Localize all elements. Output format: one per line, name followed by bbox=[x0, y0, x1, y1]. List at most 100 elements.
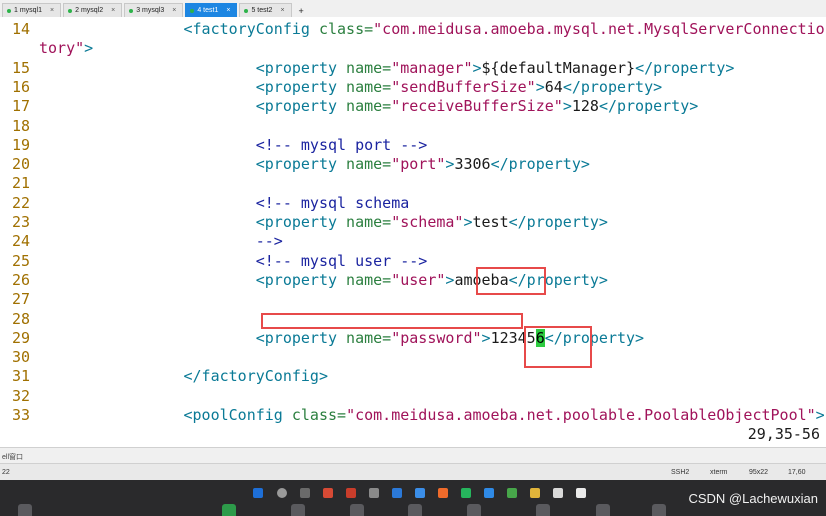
dock-icon-6[interactable] bbox=[467, 504, 481, 516]
app-icon-4[interactable] bbox=[392, 488, 402, 498]
code-token: "password" bbox=[391, 328, 482, 347]
code-text: <!-- mysql port --> bbox=[39, 136, 428, 155]
code-text: <property name="manager">${defaultManage… bbox=[39, 58, 735, 78]
code-token: > bbox=[472, 58, 482, 77]
code-token: 3306 bbox=[454, 155, 491, 174]
session-tab-4[interactable]: 4 test1 × bbox=[185, 3, 238, 17]
line-number: 27 bbox=[11, 290, 30, 309]
code-token: ${defaultManager} bbox=[481, 58, 636, 77]
code-text: <!-- mysql user --> bbox=[39, 252, 428, 271]
app-icon-9[interactable] bbox=[507, 488, 517, 498]
app-icon-5[interactable] bbox=[415, 488, 425, 498]
close-icon[interactable]: × bbox=[50, 7, 54, 14]
session-tab-label: 4 test1 bbox=[197, 7, 219, 14]
code-token: > bbox=[84, 39, 94, 58]
connected-dot-icon bbox=[68, 8, 73, 13]
close-icon[interactable]: × bbox=[172, 7, 176, 14]
close-icon[interactable]: × bbox=[111, 7, 115, 14]
status-size: 95x22 bbox=[749, 469, 769, 476]
code-token: <property bbox=[255, 155, 338, 174]
line-number: 24 bbox=[11, 232, 30, 251]
code-token: "schema" bbox=[391, 213, 464, 231]
code-token: </property> bbox=[508, 213, 608, 231]
code-token: <property bbox=[255, 77, 338, 96]
code-token: "com.meidusa.amoeba.net.poolable.Poolabl… bbox=[346, 406, 816, 424]
code-token: "com.meidusa.amoeba.mysql.net.MysqlServe… bbox=[373, 20, 826, 38]
app-icon-12[interactable] bbox=[576, 488, 586, 498]
annotation-box-password bbox=[524, 326, 592, 368]
code-token: <property bbox=[255, 270, 338, 289]
dock-icon-2[interactable] bbox=[222, 504, 236, 516]
dock-icon-9[interactable] bbox=[652, 504, 666, 516]
watermark-text: CSDN @Lachewuxian bbox=[688, 491, 818, 506]
dock-icon-7[interactable] bbox=[536, 504, 550, 516]
app-icon-7[interactable] bbox=[461, 488, 471, 498]
code-token: </factoryConfig> bbox=[183, 367, 329, 386]
code-text: --> bbox=[39, 232, 283, 251]
line-number: 28 bbox=[11, 309, 30, 328]
code-text: <!-- mysql schema bbox=[39, 193, 410, 213]
code-token: class= bbox=[282, 406, 347, 424]
code-token: tory" bbox=[39, 39, 85, 58]
dock-icon-1[interactable] bbox=[18, 504, 32, 516]
code-token: "manager" bbox=[391, 58, 473, 77]
app-icon-2[interactable] bbox=[346, 488, 356, 498]
connected-dot-icon bbox=[7, 8, 11, 13]
code-token: test bbox=[472, 213, 509, 231]
session-tab-bar: 1 mysql1 × 2 mysql2 × 3 mysql3 × 4 test1 × 5 tes… bbox=[0, 0, 826, 18]
dock-icon-4[interactable] bbox=[350, 504, 364, 516]
search-icon[interactable] bbox=[277, 488, 287, 498]
code-token: "user" bbox=[391, 270, 446, 289]
code-token: name= bbox=[337, 77, 392, 96]
code-token: <property bbox=[255, 213, 338, 231]
line-number: 18 bbox=[11, 116, 30, 135]
close-icon[interactable]: × bbox=[226, 7, 230, 14]
session-tab-5[interactable]: 5 test2 × bbox=[239, 3, 292, 17]
code-token: > bbox=[535, 77, 545, 96]
app-icon-6[interactable] bbox=[438, 488, 448, 498]
new-tab-button[interactable]: + bbox=[293, 3, 309, 17]
session-tab-label: 2 mysql2 bbox=[75, 7, 104, 14]
dock-icon-3[interactable] bbox=[291, 504, 305, 516]
code-token: class= bbox=[309, 20, 374, 38]
code-token: <!-- mysql schema bbox=[255, 193, 410, 212]
code-text: <property name="schema">test</property> bbox=[39, 213, 608, 232]
code-token: </property> bbox=[598, 97, 699, 116]
app-icon-11[interactable] bbox=[553, 488, 563, 498]
app-icon-8[interactable] bbox=[484, 488, 494, 498]
task-view-icon[interactable] bbox=[300, 488, 310, 498]
app-icon-10[interactable] bbox=[530, 488, 540, 498]
session-tab-2[interactable]: 2 mysql2 × bbox=[63, 3, 123, 17]
dock-icon-8[interactable] bbox=[596, 504, 610, 516]
code-token: <factoryConfig bbox=[183, 20, 310, 38]
code-token: > bbox=[481, 328, 491, 347]
line-number: 19 bbox=[11, 135, 30, 154]
session-tab-3[interactable]: 3 mysql3 × bbox=[124, 3, 184, 17]
code-token: name= bbox=[337, 328, 392, 347]
code-text: <poolConfig class="com.meidusa.amoeba.ne… bbox=[39, 406, 825, 425]
code-token: --> bbox=[255, 232, 283, 251]
code-text: <property name="port">3306</property> bbox=[39, 155, 590, 174]
code-token: "sendBufferSize" bbox=[391, 77, 536, 96]
close-icon[interactable]: × bbox=[280, 7, 284, 14]
app-icon-3[interactable] bbox=[369, 488, 379, 498]
line-number: 20 bbox=[11, 155, 30, 174]
dock-icon-5[interactable] bbox=[408, 504, 422, 516]
line-number: 21 bbox=[11, 174, 30, 193]
terminal-info-bar: ell窗口 bbox=[0, 447, 826, 464]
line-number: 15 bbox=[11, 58, 30, 77]
session-tab-label: 5 test2 bbox=[251, 7, 273, 14]
connected-dot-icon bbox=[190, 8, 195, 13]
terminal-editor[interactable]: 33 <poolConfig class="com.meidusa.amoeba… bbox=[0, 17, 826, 445]
app-icon-1[interactable] bbox=[323, 488, 333, 498]
start-icon[interactable] bbox=[253, 488, 263, 498]
session-tab-1[interactable]: 1 mysql1 × bbox=[2, 3, 62, 17]
code-token: "port" bbox=[391, 155, 446, 174]
